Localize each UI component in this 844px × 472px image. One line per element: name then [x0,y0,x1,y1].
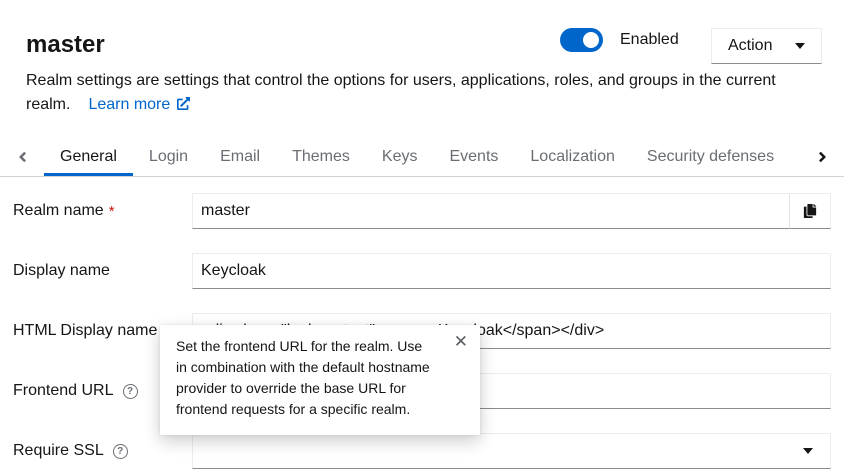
caret-down-icon [803,448,813,454]
frontend-url-tooltip: ✕ Set the frontend URL for the realm. Us… [160,325,480,435]
tab-themes[interactable]: Themes [276,137,366,176]
display-name-input[interactable] [192,253,831,289]
tab-general[interactable]: General [44,137,133,176]
realm-name-control [192,193,831,229]
tooltip-text: Set the frontend URL for the realm. Use … [176,336,436,420]
require-ssl-row: Require SSL [13,433,831,469]
enabled-toggle-group: Enabled [560,28,679,52]
tab-events[interactable]: Events [433,137,514,176]
display-name-label: Display name [13,262,192,280]
realm-description: Realm settings are settings that control… [26,69,788,118]
tabs-scroll-right-button[interactable] [800,137,844,176]
require-ssl-label: Require SSL [13,442,192,460]
close-icon: ✕ [454,332,468,351]
display-name-row: Display name [13,253,831,289]
realm-name-input[interactable] [192,193,789,229]
action-dropdown-label: Action [728,37,772,55]
require-ssl-help-icon[interactable] [113,444,128,459]
enabled-toggle[interactable] [560,28,603,52]
require-ssl-select[interactable] [192,433,831,469]
action-dropdown-button[interactable]: Action [711,28,822,64]
caret-down-icon [795,43,805,49]
realm-name-row: Realm name * [13,193,831,229]
enabled-toggle-label: Enabled [620,31,679,49]
realm-settings-tabs: General Login Email Themes Keys Events L… [0,137,844,177]
angle-left-icon [16,149,29,165]
angle-right-icon [816,149,829,165]
page-title: master [26,31,818,59]
copy-button[interactable] [789,193,831,229]
required-asterisk: * [109,203,115,220]
learn-more-link[interactable]: Learn more [88,96,190,113]
tabs-scroll-left-button[interactable] [0,137,44,176]
realm-settings-page: master Realm settings are settings that … [0,0,844,472]
tab-keys[interactable]: Keys [366,137,434,176]
copy-icon [803,204,817,218]
tab-login[interactable]: Login [133,137,204,176]
learn-more-label: Learn more [88,96,170,113]
tooltip-close-button[interactable]: ✕ [454,333,468,350]
realm-name-label: Realm name * [13,202,192,220]
frontend-url-help-icon[interactable] [123,384,138,399]
toggle-knob-icon [583,32,599,48]
tab-localization[interactable]: Localization [514,137,631,176]
external-link-icon [177,97,190,114]
tab-email[interactable]: Email [204,137,276,176]
tab-security-defenses[interactable]: Security defenses [631,137,790,176]
